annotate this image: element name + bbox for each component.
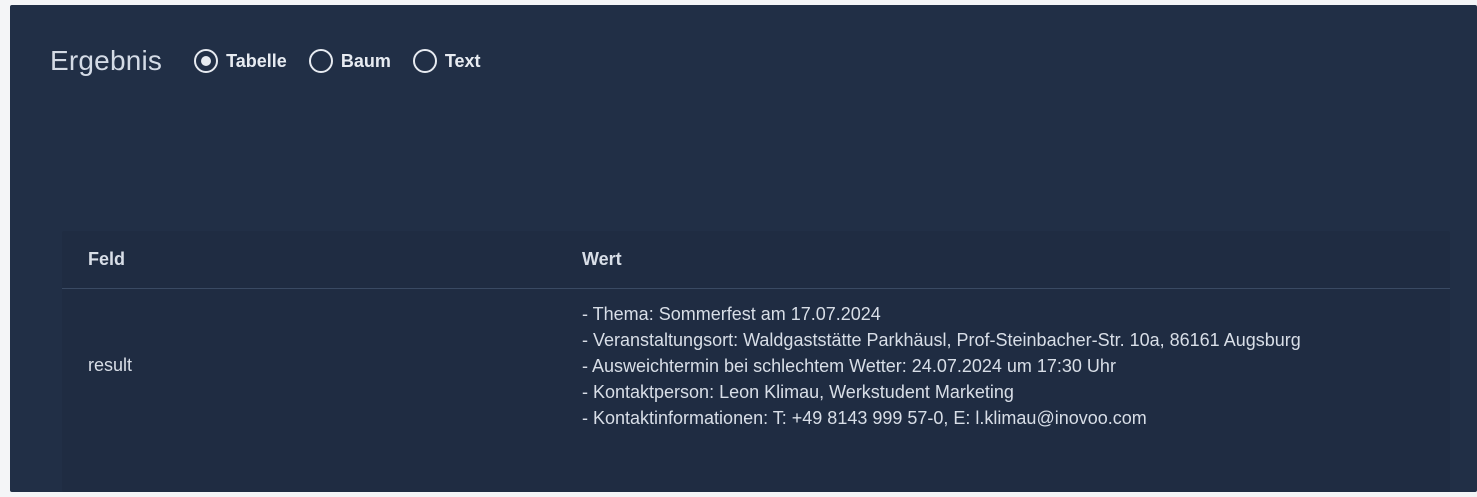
column-header-wert: Wert [582, 231, 1450, 289]
page-title: Ergebnis [50, 45, 163, 76]
view-option-label: Baum [340, 50, 391, 71]
radio-checked-icon[interactable] [194, 49, 219, 73]
view-option-text[interactable]: Text [412, 49, 481, 73]
view-option-baum[interactable]: Baum [308, 49, 391, 73]
value-line: - Veranstaltungsort: Waldgaststätte Park… [582, 330, 1301, 350]
value-line: - Ausweichtermin bei schlechtem Wetter: … [582, 356, 1116, 376]
view-option-label: Tabelle [226, 50, 287, 71]
column-header-feld: Feld [62, 231, 582, 289]
result-table: Feld Wert result - Thema: Sommerfest am … [62, 231, 1450, 492]
radio-unchecked-icon[interactable] [308, 49, 333, 73]
table-header-row: Feld Wert [62, 231, 1450, 289]
radio-unchecked-icon[interactable] [412, 49, 437, 73]
field-cell: result [88, 354, 133, 375]
value-line: - Kontaktperson: Leon Klimau, Werkstuden… [582, 382, 1014, 402]
value-line: - Kontaktinformationen: T: +49 8143 999 … [582, 408, 1147, 428]
value-cell: - Thema: Sommerfest am 17.07.2024 - Vera… [582, 289, 1450, 442]
table-row: result - Thema: Sommerfest am 17.07.2024… [62, 289, 1450, 442]
value-line: - Thema: Sommerfest am 17.07.2024 [582, 304, 881, 324]
result-panel: Ergebnis Tabelle Baum Text Feld Wert res… [10, 5, 1477, 492]
view-option-tabelle[interactable]: Tabelle [194, 49, 287, 73]
result-header: Ergebnis Tabelle Baum Text [50, 39, 503, 83]
view-option-label: Text [444, 50, 481, 71]
